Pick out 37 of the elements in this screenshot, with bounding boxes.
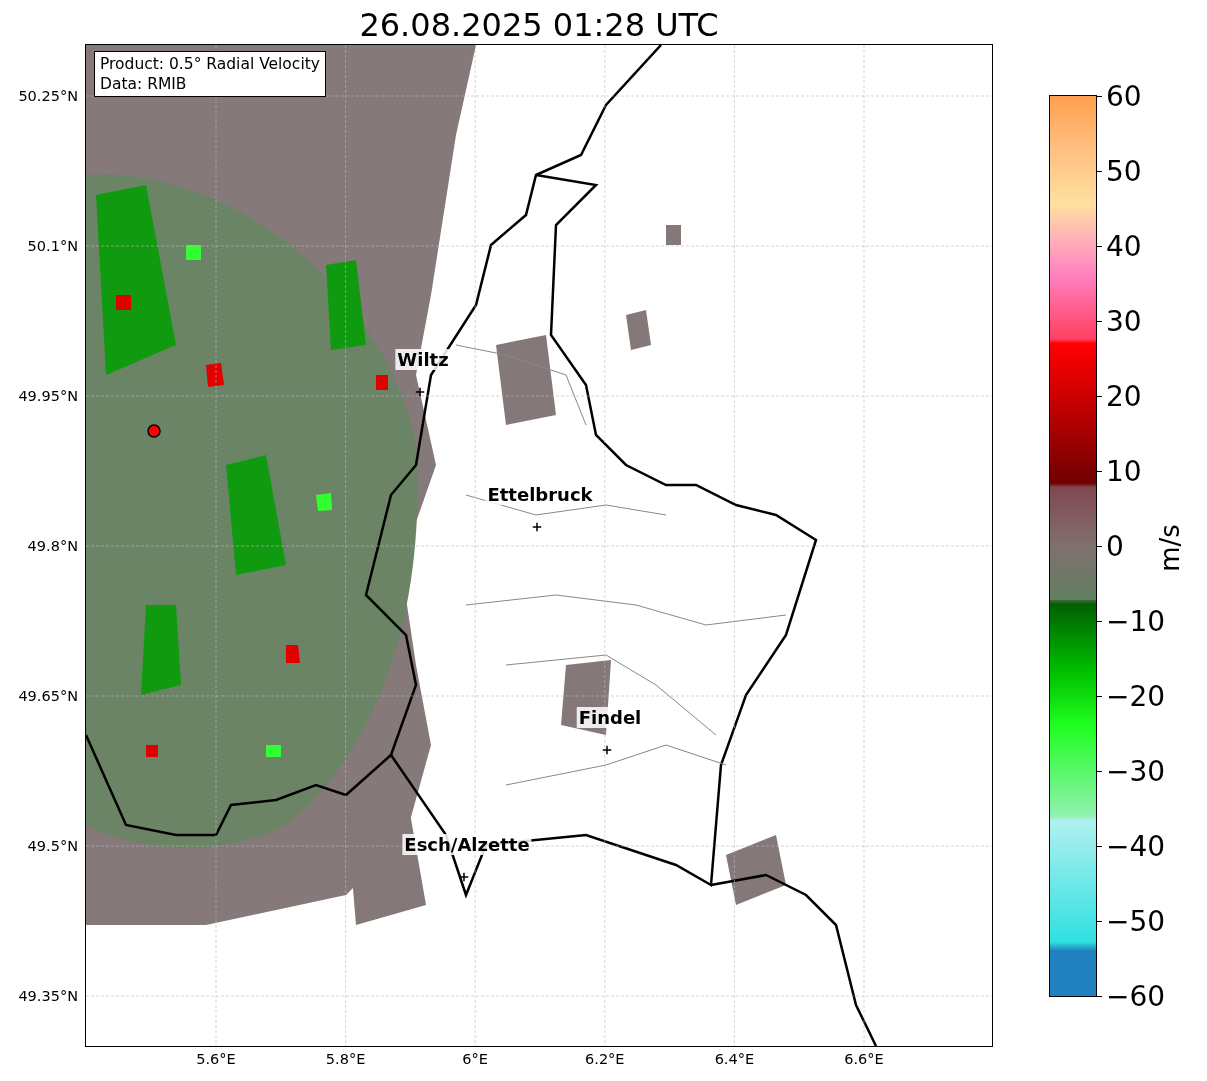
axis-tick-label: 6.4°E bbox=[714, 1051, 755, 1067]
axis-tick-label: 5.8°E bbox=[325, 1051, 366, 1067]
location-marker-icon bbox=[415, 387, 425, 397]
axis-tick-label: 50.1°N bbox=[27, 238, 78, 254]
colorbar-tick-label: −30 bbox=[1106, 754, 1166, 788]
axis-tick-label: 49.35°N bbox=[18, 988, 78, 1004]
chart-title: 26.08.2025 01:28 UTC bbox=[358, 5, 720, 45]
axis-tick-label: 5.6°E bbox=[196, 1051, 236, 1067]
colorbar-tick-label: 50 bbox=[1106, 154, 1142, 188]
colorbar-tick-label: −50 bbox=[1106, 904, 1166, 938]
location-marker-icon bbox=[459, 872, 469, 882]
colorbar-tick-label: 30 bbox=[1106, 304, 1142, 338]
axis-tick-label: 49.8°N bbox=[27, 538, 78, 554]
colorbar-tick-label: 10 bbox=[1106, 454, 1142, 488]
place-label: Ettelbruck bbox=[485, 484, 595, 505]
colorbar-tick-label: −40 bbox=[1106, 829, 1166, 863]
axis-tick-label: 49.95°N bbox=[18, 388, 78, 404]
info-text: Data: RMIB bbox=[100, 74, 188, 94]
colorbar-tick-label: 20 bbox=[1106, 379, 1142, 413]
location-marker-icon bbox=[532, 522, 542, 532]
colorbar-tick-label: 60 bbox=[1106, 79, 1142, 113]
colorbar-tick-label: 0 bbox=[1106, 529, 1124, 563]
axis-tick-label: 6.2°E bbox=[585, 1051, 625, 1067]
colorbar-tick-label: −20 bbox=[1106, 679, 1166, 713]
axis-tick-label: 6°E bbox=[462, 1051, 488, 1067]
location-marker-icon bbox=[602, 745, 612, 755]
place-label: Wiltz bbox=[395, 349, 451, 370]
info-text: Product: 0.5° Radial Velocity bbox=[100, 54, 320, 74]
colorbar-label: m/s bbox=[1155, 524, 1185, 572]
colorbar-tick-label: −10 bbox=[1106, 604, 1166, 638]
axis-tick-label: 6.6°E bbox=[844, 1051, 884, 1067]
axis-tick-label: 49.5°N bbox=[27, 838, 78, 854]
axis-tick-label: 49.65°N bbox=[18, 688, 78, 704]
colorbar-tick-label: 40 bbox=[1106, 229, 1142, 263]
place-label: Esch/Alzette bbox=[402, 834, 532, 855]
colorbar-tick-label: −60 bbox=[1106, 979, 1166, 1013]
axis-tick-label: 50.25°N bbox=[18, 88, 78, 104]
